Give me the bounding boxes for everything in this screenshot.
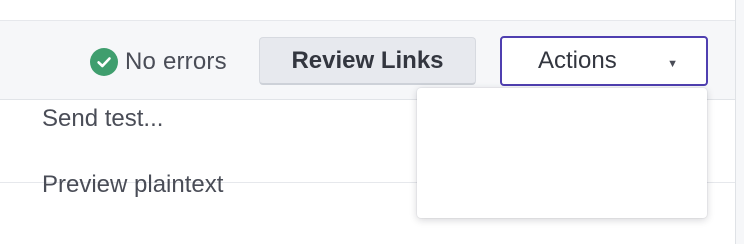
actions-menu: [417, 88, 707, 218]
review-links-label: Review Links: [291, 46, 444, 74]
menu-item-send-test[interactable]: Send test...: [42, 105, 163, 133]
actions-label: Actions: [538, 47, 617, 74]
validation-status: No errors: [90, 47, 227, 77]
right-panel-edge: [735, 0, 744, 244]
top-strip: [0, 0, 744, 21]
page: No errors Review Links Actions ▼ Send te…: [0, 0, 744, 244]
caret-down-icon: ▼: [667, 58, 678, 70]
review-links-button[interactable]: Review Links: [259, 37, 476, 85]
actions-dropdown-button[interactable]: Actions ▼: [500, 36, 708, 86]
status-text: No errors: [125, 48, 227, 75]
menu-item-preview-plaintext[interactable]: Preview plaintext: [42, 171, 223, 199]
check-circle-icon: [90, 48, 118, 76]
